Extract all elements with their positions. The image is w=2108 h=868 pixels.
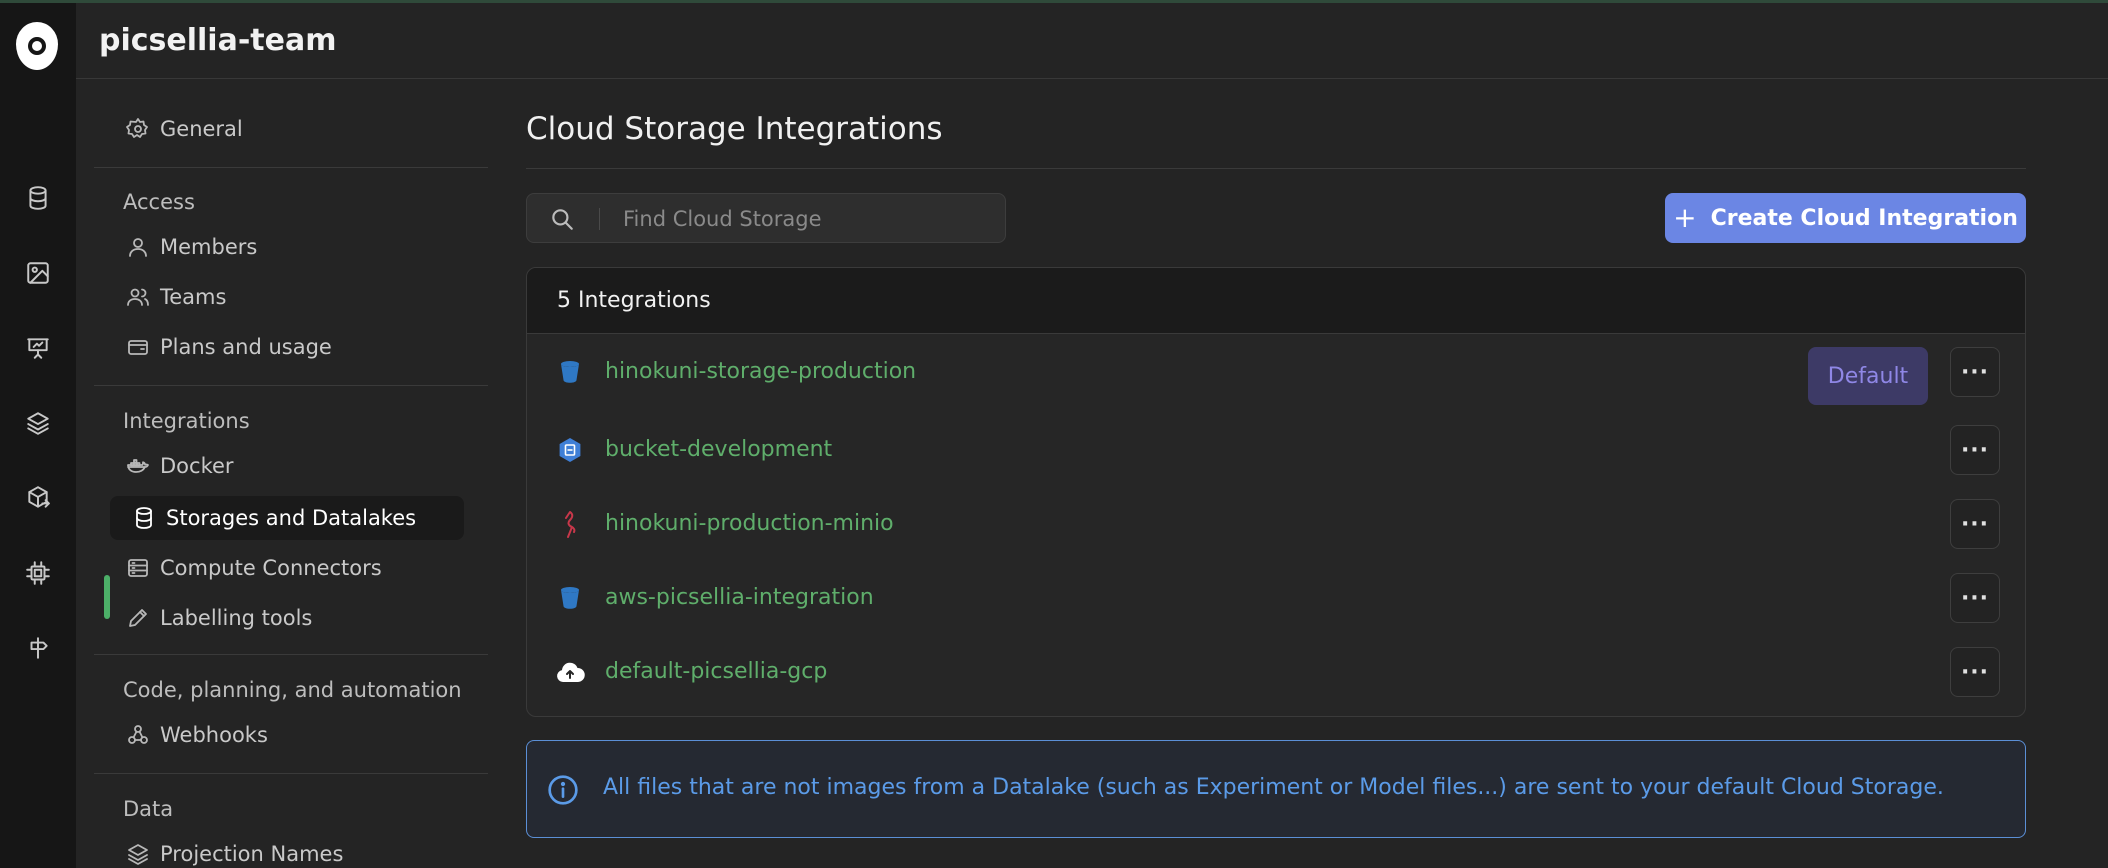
gear-icon (126, 118, 148, 138)
default-badge: Default (1808, 347, 1928, 405)
integration-row[interactable]: bucket-development ··· (527, 413, 2025, 487)
pencil-icon (129, 609, 147, 627)
aws-s3-bucket-icon (555, 583, 585, 613)
sidebar-item-label: Docker (160, 454, 234, 478)
sidebar-item-label: Plans and usage (160, 335, 332, 359)
divider (94, 773, 488, 774)
package-export-icon[interactable] (22, 482, 54, 514)
wallet-icon (128, 340, 148, 355)
logo-icon[interactable] (16, 22, 58, 70)
image-icon[interactable] (22, 257, 54, 289)
sidebar-item-labelling[interactable]: Labelling tools (104, 596, 468, 640)
sidebar-item-teams[interactable]: Teams (104, 275, 468, 319)
divider (526, 168, 2026, 169)
gcp-storage-icon (555, 435, 585, 465)
integration-row[interactable]: default-picsellia-gcp ··· (527, 635, 2025, 709)
users-icon (127, 288, 149, 306)
minio-icon (555, 509, 585, 539)
more-options-button[interactable]: ··· (1950, 499, 2000, 549)
sidebar-item-label: Labelling tools (160, 606, 313, 630)
plus-icon: + (1673, 201, 1697, 234)
integrations-card: 5 Integrations hinokuni-storage-producti… (526, 267, 2026, 717)
chip-icon[interactable] (22, 557, 54, 589)
info-banner: All files that are not images from a Dat… (526, 740, 2026, 838)
info-icon (547, 774, 579, 806)
section-label-code: Code, planning, and automation (123, 678, 462, 702)
more-icon: ··· (1960, 659, 1990, 685)
integration-row[interactable]: aws-picsellia-integration ··· (527, 561, 2025, 635)
icon-rail (0, 3, 76, 868)
sidebar-item-label: Storages and Datalakes (166, 506, 417, 530)
more-icon: ··· (1960, 359, 1990, 385)
webhook-icon (128, 725, 148, 744)
integration-name[interactable]: hinokuni-production-minio (605, 511, 894, 536)
section-label-integrations: Integrations (123, 409, 250, 433)
integration-row[interactable]: hinokuni-production-minio ··· (527, 487, 2025, 561)
sidebar-item-label: General (160, 117, 243, 141)
more-options-button[interactable]: ··· (1950, 425, 2000, 475)
search-icon (549, 206, 575, 232)
presentation-icon[interactable] (22, 332, 54, 364)
server-icon (128, 559, 148, 577)
more-options-button[interactable]: ··· (1950, 647, 2000, 697)
docker-icon (127, 459, 149, 473)
more-options-button[interactable]: ··· (1950, 347, 2000, 397)
sidebar-item-docker[interactable]: Docker (104, 444, 468, 488)
org-name[interactable]: picsellia-team (99, 23, 336, 58)
sidebar-item-compute[interactable]: Compute Connectors (104, 546, 468, 590)
aws-s3-bucket-icon (555, 357, 585, 387)
sidebar-item-members[interactable]: Members (104, 225, 468, 269)
sidebar-item-label: Projection Names (160, 842, 344, 866)
sidebar-item-plans[interactable]: Plans and usage (104, 325, 468, 369)
settings-sidebar: General Access Members Teams Plans and u… (94, 79, 488, 868)
sidebar-item-projection[interactable]: Projection Names (104, 832, 468, 868)
integrations-header: 5 Integrations (527, 268, 2025, 334)
sidebar-item-label: Webhooks (160, 723, 268, 747)
info-text: All files that are not images from a Dat… (603, 775, 1944, 800)
search-box (526, 193, 1006, 243)
divider (94, 167, 488, 168)
divider (94, 385, 488, 386)
more-icon: ··· (1960, 437, 1990, 463)
create-button-label: Create Cloud Integration (1710, 205, 2018, 231)
more-options-button[interactable]: ··· (1950, 573, 2000, 623)
more-icon: ··· (1960, 511, 1990, 537)
section-label-data: Data (123, 797, 174, 821)
search-separator (599, 208, 600, 230)
integration-name[interactable]: bucket-development (605, 437, 832, 462)
integration-name[interactable]: hinokuni-storage-production (605, 359, 916, 384)
integrations-count: 5 Integrations (557, 288, 711, 313)
divider (94, 654, 488, 655)
more-icon: ··· (1960, 585, 1990, 611)
top-bar: picsellia-team (76, 3, 2108, 79)
search-input[interactable] (623, 202, 993, 236)
user-icon (129, 238, 147, 257)
sidebar-item-label: Compute Connectors (160, 556, 382, 580)
cloud-upload-icon (555, 657, 585, 687)
sidebar-item-general[interactable]: General (104, 107, 468, 151)
sidebar-item-webhooks[interactable]: Webhooks (104, 713, 468, 757)
integration-name[interactable]: default-picsellia-gcp (605, 659, 827, 684)
page-title: Cloud Storage Integrations (526, 111, 943, 147)
layers-icon[interactable] (22, 407, 54, 439)
sidebar-item-label: Members (160, 235, 258, 259)
database-icon[interactable] (22, 182, 54, 214)
signpost-icon[interactable] (22, 632, 54, 664)
integration-name[interactable]: aws-picsellia-integration (605, 585, 874, 610)
integration-row[interactable]: hinokuni-storage-production Default ··· (527, 335, 2025, 409)
database-icon (136, 507, 152, 529)
layers-icon (128, 844, 148, 865)
section-label-access: Access (123, 190, 195, 214)
create-cloud-integration-button[interactable]: + Create Cloud Integration (1665, 193, 2026, 243)
sidebar-item-label: Teams (160, 285, 227, 309)
sidebar-item-storages[interactable]: Storages and Datalakes (110, 496, 464, 540)
